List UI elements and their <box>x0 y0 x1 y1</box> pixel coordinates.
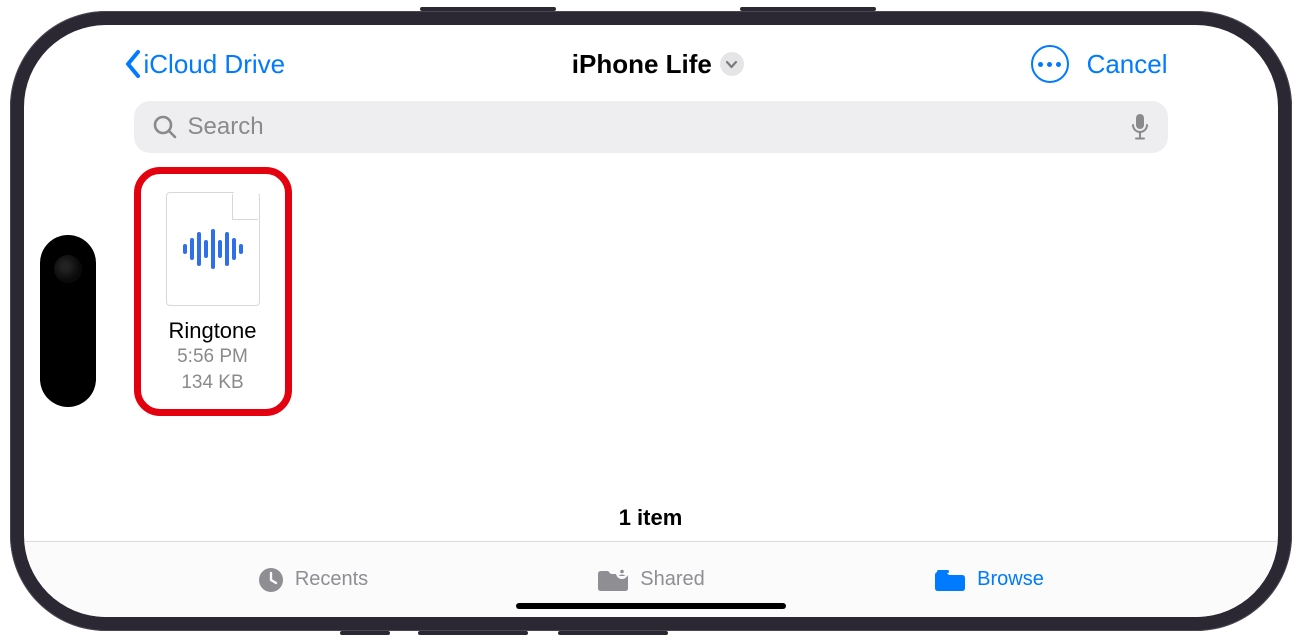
screen: iCloud Drive iPhone Life Cancel <box>24 25 1278 617</box>
home-indicator[interactable] <box>516 603 786 609</box>
file-item-ringtone[interactable]: Ringtone 5:56 PM 134 KB <box>134 167 292 416</box>
front-camera <box>54 255 82 283</box>
content-area: Ringtone 5:56 PM 134 KB 1 item <box>24 153 1278 541</box>
folder-icon <box>933 566 967 594</box>
back-label: iCloud Drive <box>144 49 286 80</box>
item-count: 1 item <box>134 505 1168 541</box>
chevron-down-icon <box>720 52 744 76</box>
title-dropdown[interactable]: iPhone Life <box>289 49 1026 80</box>
file-time: 5:56 PM <box>177 344 248 370</box>
shared-folder-icon <box>596 566 630 594</box>
tab-label: Recents <box>295 568 368 591</box>
clock-icon <box>257 566 285 594</box>
search-input[interactable] <box>188 113 1120 141</box>
audio-file-icon <box>166 192 260 306</box>
search-icon <box>152 114 178 140</box>
tab-label: Browse <box>977 568 1044 591</box>
tab-label: Shared <box>640 568 705 591</box>
tab-recents[interactable]: Recents <box>144 542 482 617</box>
tab-browse[interactable]: Browse <box>820 542 1158 617</box>
page-title: iPhone Life <box>572 49 712 80</box>
nav-bar: iCloud Drive iPhone Life Cancel <box>24 25 1278 91</box>
chevron-left-icon <box>124 49 142 79</box>
file-name: Ringtone <box>168 318 256 344</box>
back-button[interactable]: iCloud Drive <box>124 49 286 80</box>
file-size: 134 KB <box>181 370 243 396</box>
dictate-icon[interactable] <box>1130 113 1150 141</box>
search-bar[interactable] <box>134 101 1168 153</box>
more-options-button[interactable] <box>1031 45 1069 83</box>
search-bar-container <box>24 91 1278 153</box>
tab-bar: Recents Shared <box>24 541 1278 617</box>
cancel-button[interactable]: Cancel <box>1087 49 1168 80</box>
file-grid: Ringtone 5:56 PM 134 KB <box>134 167 1168 416</box>
device-frame: iCloud Drive iPhone Life Cancel <box>10 11 1292 631</box>
dynamic-island <box>40 235 96 407</box>
